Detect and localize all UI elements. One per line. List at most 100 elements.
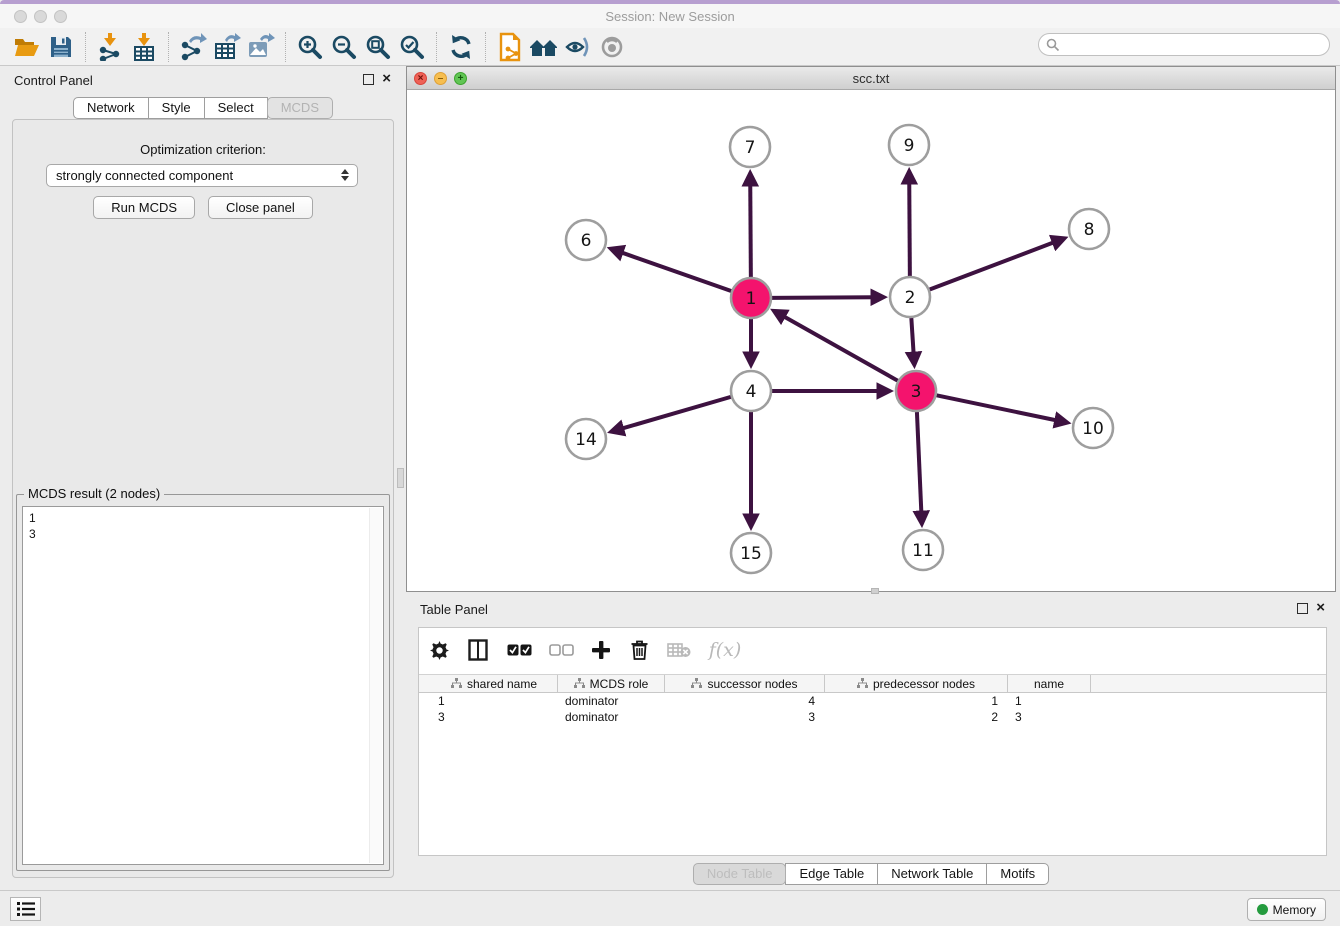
node-1[interactable]: 1 <box>731 278 771 318</box>
float-window-icon[interactable] <box>1297 603 1308 614</box>
close-panel-button[interactable]: Close panel <box>208 196 313 219</box>
table-cell[interactable]: 2 <box>825 709 1008 725</box>
result-scrollbar[interactable] <box>369 508 382 863</box>
delete-table-button[interactable] <box>665 634 693 666</box>
tab-network[interactable]: Network <box>73 97 149 119</box>
node-10[interactable]: 10 <box>1073 408 1113 448</box>
edge-2-9[interactable] <box>909 181 910 276</box>
table-cell[interactable]: 4 <box>665 693 825 709</box>
save-session-button[interactable] <box>44 31 78 63</box>
export-network-icon <box>179 33 207 61</box>
node-15[interactable]: 15 <box>731 533 771 573</box>
tab-node-table[interactable]: Node Table <box>693 863 787 885</box>
edge-2-3[interactable] <box>911 318 913 355</box>
table-header-row: shared nameMCDS rolesuccessor nodesprede… <box>419 674 1326 693</box>
table-cell[interactable]: 1 <box>825 693 1008 709</box>
edge-1-2[interactable] <box>772 297 874 298</box>
import-table-button[interactable] <box>127 31 161 63</box>
edge-3-1[interactable] <box>782 316 897 381</box>
network-window-titlebar[interactable]: × – + scc.txt <box>407 67 1335 90</box>
search-box[interactable] <box>1038 33 1330 56</box>
view-resize-grip[interactable] <box>871 588 879 594</box>
import-network-button[interactable] <box>93 31 127 63</box>
table-cell[interactable]: 3 <box>665 709 825 725</box>
table-cell[interactable]: dominator <box>558 709 665 725</box>
tab-motifs[interactable]: Motifs <box>986 863 1049 885</box>
first-neighbors-button[interactable] <box>527 31 561 63</box>
table-cell[interactable]: 3 <box>431 709 558 725</box>
apply-layout-button[interactable] <box>444 31 478 63</box>
node-7[interactable]: 7 <box>730 127 770 167</box>
edge-1-7[interactable] <box>750 183 751 277</box>
node-14[interactable]: 14 <box>566 419 606 459</box>
node-4[interactable]: 4 <box>731 371 771 411</box>
run-mcds-button[interactable]: Run MCDS <box>93 196 195 219</box>
column-header-successor-nodes[interactable]: successor nodes <box>665 675 825 692</box>
table-row[interactable]: 1dominator411 <box>419 693 1326 709</box>
memory-button[interactable]: Memory <box>1247 898 1326 921</box>
zoom-out-button[interactable] <box>327 31 361 63</box>
control-panel-title: Control Panel <box>14 73 93 88</box>
export-image-button[interactable] <box>244 31 278 63</box>
close-icon[interactable]: × <box>382 70 391 88</box>
table-cell[interactable]: 3 <box>1008 709 1091 725</box>
edge-3-10[interactable] <box>937 395 1058 420</box>
toolbar-separator <box>285 32 286 62</box>
export-table-icon <box>213 33 241 61</box>
table-cell[interactable]: dominator <box>558 693 665 709</box>
panel-splitter-handle[interactable] <box>397 468 404 488</box>
node-3[interactable]: 3 <box>896 371 936 411</box>
export-network-button[interactable] <box>176 31 210 63</box>
tab-style[interactable]: Style <box>148 97 205 119</box>
deselect-all-button[interactable] <box>547 634 575 666</box>
edge-3-11[interactable] <box>917 412 921 514</box>
edge-4-14[interactable] <box>621 397 731 429</box>
select-all-button[interactable] <box>505 634 533 666</box>
column-header-shared-name[interactable]: shared name <box>431 675 558 692</box>
table-cell[interactable]: 1 <box>431 693 558 709</box>
export-table-button[interactable] <box>210 31 244 63</box>
add-row-button[interactable] <box>589 634 613 666</box>
eye-slash-icon <box>564 35 592 59</box>
table-settings-button[interactable] <box>427 634 451 666</box>
delete-row-button[interactable] <box>627 634 651 666</box>
column-header-MCDS-role[interactable]: MCDS role <box>558 675 665 692</box>
optimization-criterion-select[interactable]: strongly connected component <box>46 164 358 187</box>
selected-option: strongly connected component <box>56 168 233 183</box>
column-header-predecessor-nodes[interactable]: predecessor nodes <box>825 675 1008 692</box>
tab-edge-table[interactable]: Edge Table <box>785 863 878 885</box>
zoom-selected-icon <box>399 34 425 60</box>
node-6[interactable]: 6 <box>566 220 606 260</box>
table-cell[interactable]: 1 <box>1008 693 1091 709</box>
search-input[interactable] <box>1060 36 1329 54</box>
network-canvas[interactable]: 7 9 6 8 1 2 4 3 14 10 15 11 <box>407 90 1335 591</box>
table-row[interactable]: 3dominator323 <box>419 709 1326 725</box>
node-11[interactable]: 11 <box>903 530 943 570</box>
zoom-in-button[interactable] <box>293 31 327 63</box>
zoom-selected-button[interactable] <box>395 31 429 63</box>
close-icon[interactable]: × <box>1316 599 1325 617</box>
delete-table-icon <box>667 642 691 658</box>
node-9[interactable]: 9 <box>889 125 929 165</box>
command-panel-button[interactable] <box>10 897 41 921</box>
fit-content-button[interactable] <box>361 31 395 63</box>
edge-1-6[interactable] <box>620 252 731 291</box>
node-2[interactable]: 2 <box>890 277 930 317</box>
hide-selected-button[interactable] <box>561 31 595 63</box>
tab-mcds[interactable]: MCDS <box>267 97 333 119</box>
float-window-icon[interactable] <box>363 74 374 85</box>
import-table-icon <box>131 33 157 61</box>
column-header-name[interactable]: name <box>1008 675 1091 692</box>
svg-text:1: 1 <box>746 289 757 309</box>
column-layout-button[interactable] <box>465 634 491 666</box>
equation-builder-button[interactable]: f(x) <box>707 634 743 666</box>
tab-network-table[interactable]: Network Table <box>877 863 987 885</box>
network-graph: 7 9 6 8 1 2 4 3 14 10 15 11 <box>407 90 1335 591</box>
open-file-button[interactable] <box>10 31 44 63</box>
tab-select[interactable]: Select <box>204 97 268 119</box>
show-all-button[interactable] <box>595 31 629 63</box>
application-window: Session: New Session <box>0 0 1340 926</box>
clone-network-button[interactable] <box>493 31 527 63</box>
edge-2-8[interactable] <box>930 242 1056 290</box>
node-8[interactable]: 8 <box>1069 209 1109 249</box>
